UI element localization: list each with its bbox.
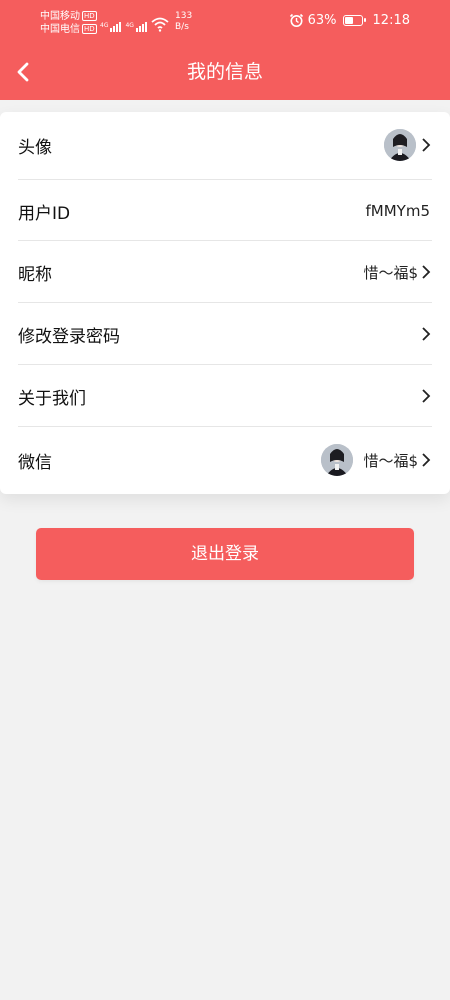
signal-icons: 4G 4G [100, 12, 169, 32]
divider [18, 179, 432, 180]
status-bar: 中国移动 HD 中国电信 HD 4G 4G 133 B/s 63% 12:18 [0, 0, 450, 40]
logout-button[interactable]: 退出登录 [36, 528, 414, 580]
battery-icon [342, 15, 366, 26]
wechat-nickname: 惜～福$ [363, 451, 418, 470]
user-id-value: fMMYm5 [365, 202, 430, 220]
carrier-info: 中国移动 HD 中国电信 HD [40, 10, 97, 36]
app-header: 中国移动 HD 中国电信 HD 4G 4G 133 B/s 63% 12:18 … [0, 0, 450, 100]
net-type-2: 4G [125, 22, 134, 29]
chevron-right-icon [422, 327, 431, 341]
user-id-row: 用户ID fMMYm5 [18, 194, 432, 228]
nickname-row[interactable]: 昵称 惜～福$ [18, 255, 432, 289]
signal-icon: 4G [100, 22, 122, 32]
status-right: 63% 12:18 [289, 13, 410, 28]
row-label: 修改登录密码 [18, 326, 120, 347]
hd-badge: HD [82, 24, 97, 34]
hd-badge: HD [82, 11, 97, 21]
row-label: 用户ID [18, 203, 71, 224]
battery-percent: 63% [307, 13, 337, 28]
divider [18, 364, 432, 365]
nickname-value: 惜～福$ [363, 263, 418, 282]
chevron-right-icon [422, 265, 431, 279]
carrier-2: 中国电信 [40, 24, 80, 35]
row-label: 关于我们 [18, 388, 86, 409]
net-type-1: 4G [100, 22, 109, 29]
avatar-row[interactable]: 头像 [18, 128, 432, 162]
clock: 12:18 [372, 13, 410, 28]
net-speed-unit: B/s [175, 22, 189, 32]
signal-icon: 4G [125, 22, 147, 32]
wifi-icon [151, 17, 169, 32]
wechat-avatar [321, 444, 354, 476]
divider [18, 240, 432, 241]
row-label: 微信 [18, 452, 52, 473]
row-label: 头像 [18, 137, 52, 158]
chevron-right-icon [422, 453, 431, 467]
wechat-row[interactable]: 微信 惜～福$ [18, 443, 432, 477]
page-title: 我的信息 [186, 61, 263, 83]
change-password-row[interactable]: 修改登录密码 [18, 317, 432, 351]
row-label: 昵称 [18, 264, 52, 285]
divider [18, 426, 432, 427]
profile-card: 头像 用户ID fMMYm5 昵称 惜～福$ 修改登录密码 关于我们 微信 惜～… [0, 112, 450, 494]
divider [18, 302, 432, 303]
net-speed: 133 B/s [175, 11, 192, 33]
chevron-right-icon [422, 389, 431, 403]
net-speed-value: 133 [175, 11, 193, 21]
about-us-row[interactable]: 关于我们 [18, 379, 432, 413]
chevron-right-icon [422, 138, 431, 152]
carrier-1: 中国移动 [40, 11, 80, 22]
avatar [384, 129, 416, 161]
alarm-icon [289, 13, 303, 27]
